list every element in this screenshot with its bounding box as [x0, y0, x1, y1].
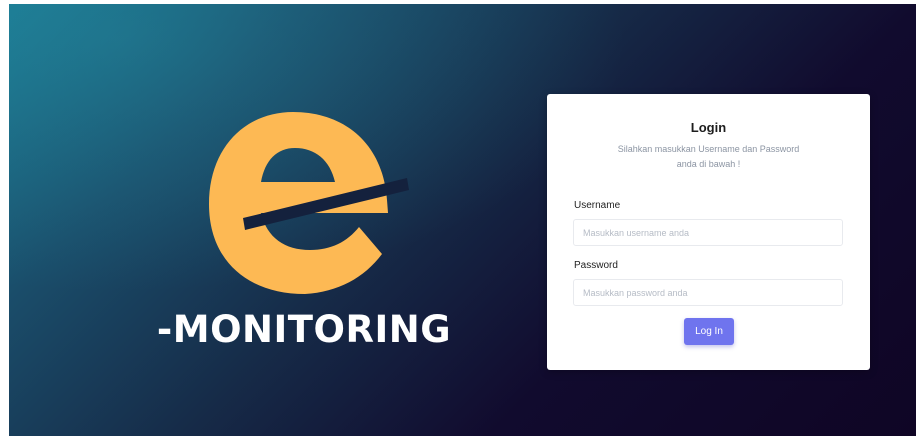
password-label: Password	[574, 260, 618, 271]
login-title: Login	[690, 120, 727, 135]
brand-name: -MONITORING	[156, 308, 452, 351]
login-button[interactable]: Log In	[684, 318, 734, 345]
password-input[interactable]	[573, 279, 843, 306]
login-subtitle: Silahkan masukkan Username dan Password …	[617, 144, 800, 169]
username-label: Username	[574, 200, 621, 211]
username-input[interactable]	[573, 219, 843, 246]
login-background: -MONITORING Login Silahkan masukkan User…	[9, 4, 916, 436]
brand-logo: -MONITORING	[149, 108, 459, 368]
e-monitoring-logo-icon	[209, 112, 409, 294]
login-card: Login Silahkan masukkan Username dan Pas…	[547, 94, 870, 370]
